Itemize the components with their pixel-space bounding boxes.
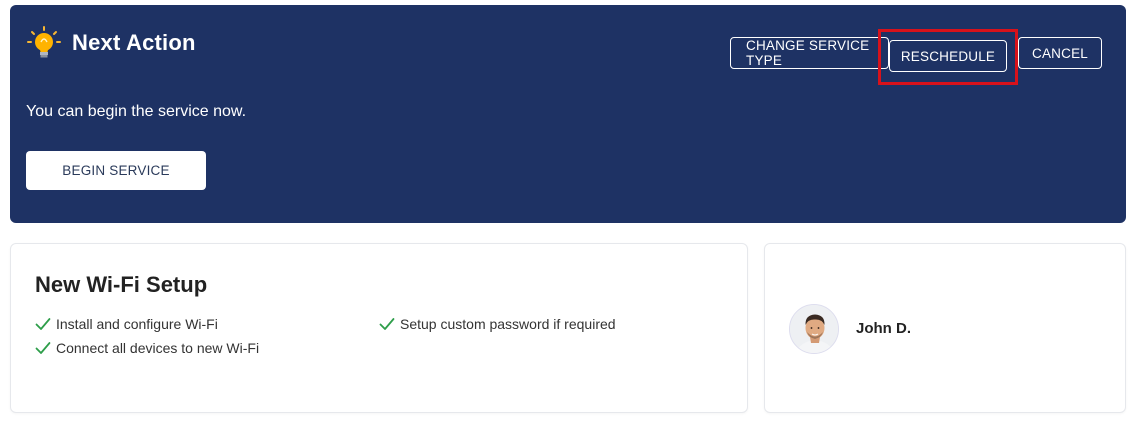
reschedule-button[interactable]: RESCHEDULE bbox=[889, 40, 1007, 72]
task-item: Connect all devices to new Wi-Fi bbox=[35, 340, 259, 356]
begin-service-button[interactable]: BEGIN SERVICE bbox=[26, 151, 206, 190]
action-toolbar: CHANGE SERVICE TYPE RESCHEDULE CANCEL bbox=[730, 21, 1102, 85]
checkmark-icon bbox=[35, 342, 51, 354]
checkmark-icon bbox=[379, 318, 395, 330]
cancel-button[interactable]: CANCEL bbox=[1018, 37, 1102, 69]
task-label: Setup custom password if required bbox=[400, 316, 616, 332]
reschedule-highlight: RESCHEDULE bbox=[878, 29, 1018, 85]
next-action-header: Next Action bbox=[26, 25, 196, 61]
avatar bbox=[789, 304, 839, 354]
agent-card: John D. bbox=[764, 243, 1126, 413]
next-action-panel: Next Action CHANGE SERVICE TYPE RESCHEDU… bbox=[10, 5, 1126, 223]
checkmark-icon bbox=[35, 318, 51, 330]
status-message: You can begin the service now. bbox=[26, 103, 247, 120]
service-title: New Wi-Fi Setup bbox=[35, 272, 208, 297]
service-card: New Wi-Fi Setup Install and configure Wi… bbox=[10, 243, 748, 413]
next-action-title: Next Action bbox=[72, 30, 196, 55]
task-item: Install and configure Wi-Fi bbox=[35, 316, 218, 332]
task-label: Install and configure Wi-Fi bbox=[56, 316, 218, 332]
task-item: Setup custom password if required bbox=[379, 316, 616, 332]
change-service-type-button[interactable]: CHANGE SERVICE TYPE bbox=[730, 37, 889, 69]
agent-name: John D. bbox=[856, 320, 911, 337]
task-label: Connect all devices to new Wi-Fi bbox=[56, 340, 260, 356]
lightbulb-icon bbox=[26, 25, 62, 61]
